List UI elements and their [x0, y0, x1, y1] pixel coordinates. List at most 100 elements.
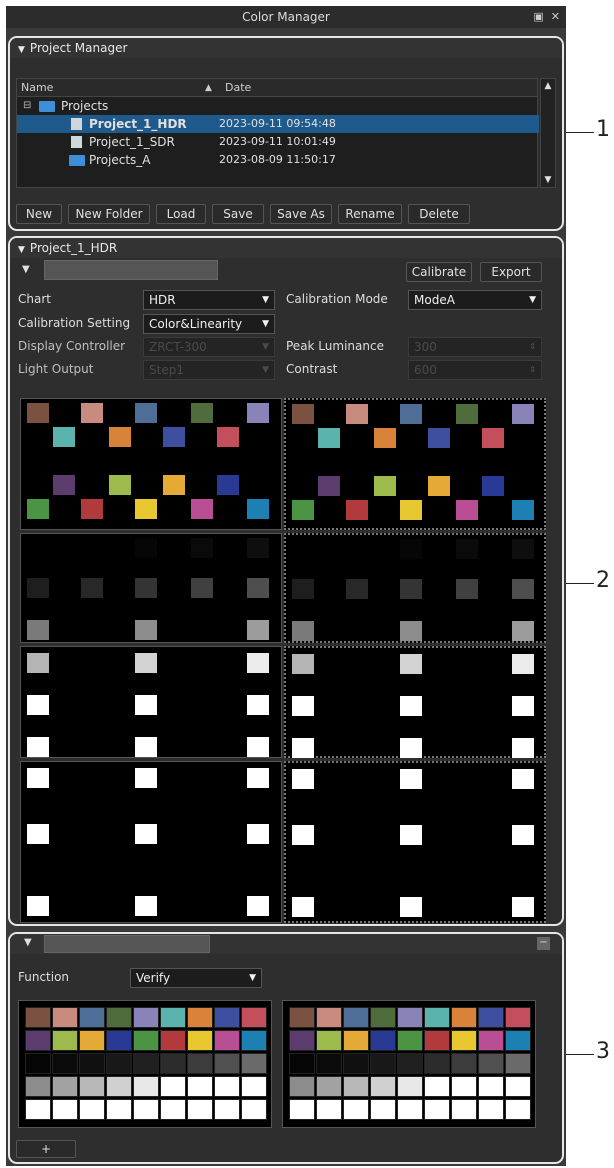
- color-patch: [316, 1076, 342, 1097]
- color-patch: [135, 403, 157, 423]
- calibration-setting-select[interactable]: Color&Linearity ▼: [143, 314, 275, 334]
- tree-row-projects[interactable]: ⊟ Projects: [17, 97, 539, 115]
- measured-chart-panel: [284, 646, 546, 758]
- color-patch: [25, 1053, 51, 1074]
- load-button[interactable]: Load: [156, 204, 206, 224]
- display-controller-label: Display Controller: [18, 339, 126, 353]
- reference-chart-panel: [20, 646, 282, 758]
- color-patch: [512, 654, 534, 674]
- color-patch: [400, 738, 422, 758]
- light-output-select: Step1 ▼: [143, 360, 275, 380]
- color-patch: [505, 1030, 531, 1051]
- delete-button[interactable]: Delete: [408, 204, 470, 224]
- color-patch: [214, 1030, 240, 1051]
- tree-row-projects-a[interactable]: Projects_A 2023-08-09 11:50:17: [17, 151, 539, 169]
- color-patch: [79, 1030, 105, 1051]
- color-patch: [370, 1076, 396, 1097]
- scroll-up-icon[interactable]: ▲: [541, 79, 555, 93]
- color-patch: [424, 1099, 450, 1120]
- expand-triangle-icon[interactable]: ▼: [22, 264, 30, 275]
- chart-select[interactable]: HDR ▼: [143, 290, 275, 310]
- calibration-mode-select[interactable]: ModeA ▼: [408, 290, 542, 310]
- color-patch: [135, 824, 157, 844]
- color-patch: [478, 1076, 504, 1097]
- color-patch: [505, 1099, 531, 1120]
- tree-row-project-1-sdr[interactable]: Project_1_SDR 2023-09-11 10:01:49: [17, 133, 539, 151]
- color-patch: [292, 404, 314, 424]
- color-patch: [247, 653, 269, 673]
- dropdown-arrow-icon: ▼: [262, 319, 269, 329]
- folder-icon: [39, 101, 55, 112]
- color-patch: [451, 1030, 477, 1051]
- tree-scrollbar[interactable]: ▲ ▼: [540, 78, 556, 188]
- color-patch: [109, 475, 131, 495]
- save-button[interactable]: Save: [212, 204, 264, 224]
- project-tree[interactable]: Name ▲ Date ⊟ Projects Project_1_HDR 202…: [16, 78, 539, 188]
- color-patch: [79, 1076, 105, 1097]
- color-patch: [289, 1076, 315, 1097]
- color-patch: [25, 1099, 51, 1120]
- export-button[interactable]: Export: [480, 262, 542, 282]
- color-patch: [247, 578, 269, 598]
- color-patch: [370, 1007, 396, 1028]
- color-patch: [27, 538, 49, 558]
- dropdown-arrow-icon: ▼: [249, 973, 256, 983]
- new-button[interactable]: New: [16, 204, 62, 224]
- color-patch: [397, 1030, 423, 1051]
- color-patch: [397, 1053, 423, 1074]
- color-patch: [247, 620, 269, 640]
- color-patch: [133, 1030, 159, 1051]
- restore-icon[interactable]: ▣: [533, 10, 543, 23]
- collapse-triangle-icon[interactable]: ▼: [18, 240, 25, 260]
- save-as-button[interactable]: Save As: [270, 204, 332, 224]
- tree-row-project-1-hdr[interactable]: Project_1_HDR 2023-09-11 09:54:48: [17, 115, 539, 133]
- column-date[interactable]: Date: [225, 79, 251, 97]
- project-header[interactable]: ▼ Project_1_HDR: [10, 238, 562, 258]
- color-patch: [512, 825, 534, 845]
- color-patch: [512, 621, 534, 641]
- color-patch: [482, 476, 504, 496]
- new-folder-button[interactable]: New Folder: [68, 204, 150, 224]
- color-patch: [27, 737, 49, 757]
- dropdown-arrow-icon: ▼: [262, 295, 269, 305]
- color-patch: [478, 1030, 504, 1051]
- collapse-minus-icon[interactable]: −: [537, 937, 550, 950]
- color-patch: [451, 1053, 477, 1074]
- color-patch: [191, 499, 213, 519]
- color-patch: [397, 1007, 423, 1028]
- callout-line-3: [566, 1054, 594, 1055]
- color-patch: [289, 1007, 315, 1028]
- callout-1: 1: [596, 117, 610, 142]
- calibration-mode-label: Calibration Mode: [286, 292, 388, 306]
- color-patch: [400, 539, 422, 559]
- color-patch: [133, 1076, 159, 1097]
- dropdown-arrow-icon: ▼: [529, 295, 536, 305]
- collapse-triangle-icon[interactable]: ▼: [18, 40, 25, 60]
- color-patch: [374, 476, 396, 496]
- column-name[interactable]: Name: [21, 79, 53, 97]
- color-patch: [52, 1099, 78, 1120]
- collapse-minus-icon[interactable]: ⊟: [23, 97, 31, 115]
- color-patch: [25, 1076, 51, 1097]
- project-manager-header[interactable]: ▼ Project Manager: [10, 38, 562, 58]
- expand-triangle-icon[interactable]: ▼: [24, 937, 32, 948]
- calibrate-button[interactable]: Calibrate: [406, 262, 472, 282]
- color-patch: [400, 500, 422, 520]
- scroll-down-icon[interactable]: ▼: [541, 173, 555, 187]
- color-patch: [187, 1030, 213, 1051]
- sort-asc-icon[interactable]: ▲: [205, 79, 212, 97]
- tree-header: Name ▲ Date: [17, 79, 537, 97]
- color-patch: [512, 769, 534, 789]
- close-icon[interactable]: ✕: [551, 10, 560, 23]
- function-name-field[interactable]: [44, 935, 210, 953]
- color-patch: [247, 824, 269, 844]
- peak-luminance-label: Peak Luminance: [286, 339, 384, 353]
- rename-button[interactable]: Rename: [338, 204, 402, 224]
- function-select[interactable]: Verify ▼: [130, 968, 262, 988]
- color-patch: [27, 403, 49, 423]
- color-patch: [343, 1076, 369, 1097]
- project-name-field[interactable]: [44, 260, 218, 280]
- color-patch: [241, 1007, 267, 1028]
- add-button[interactable]: +: [16, 1140, 76, 1158]
- callout-line-1: [566, 132, 594, 133]
